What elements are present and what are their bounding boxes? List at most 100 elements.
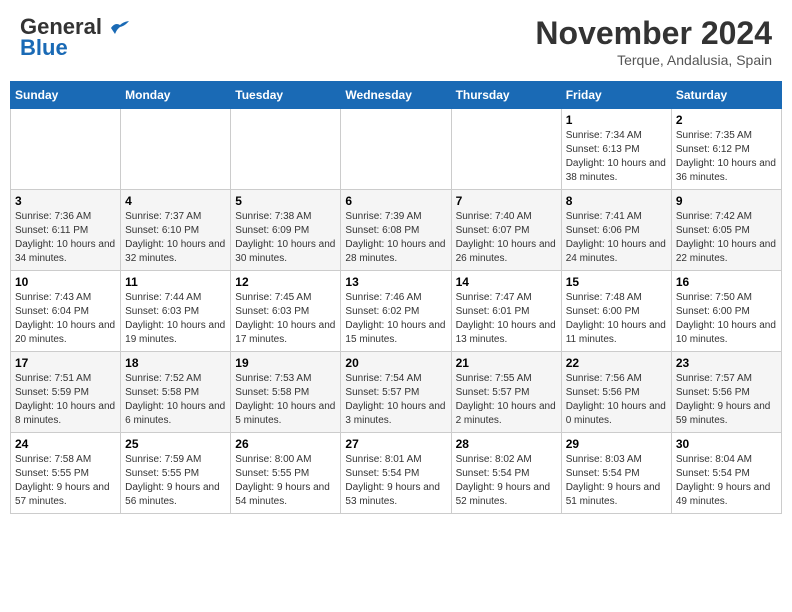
- day-number: 29: [566, 437, 667, 451]
- calendar-table: SundayMondayTuesdayWednesdayThursdayFrid…: [10, 81, 782, 514]
- logo-bird-icon: [109, 20, 131, 36]
- day-info: Sunrise: 7:34 AMSunset: 6:13 PMDaylight:…: [566, 129, 667, 185]
- day-number: 23: [676, 356, 777, 370]
- day-info: Sunrise: 7:58 AMSunset: 5:55 PMDaylight:…: [15, 453, 116, 509]
- day-number: 28: [456, 437, 557, 451]
- calendar-cell: [451, 109, 561, 190]
- calendar-cell: 26 Sunrise: 8:00 AMSunset: 5:55 PMDayligh…: [231, 433, 341, 514]
- day-info: Sunrise: 7:44 AMSunset: 6:03 PMDaylight:…: [125, 291, 226, 347]
- calendar-header-friday: Friday: [561, 82, 671, 109]
- day-info: Sunrise: 7:54 AMSunset: 5:57 PMDaylight:…: [345, 372, 446, 428]
- day-info: Sunrise: 7:41 AMSunset: 6:06 PMDaylight:…: [566, 210, 667, 266]
- calendar-cell: 28Sunrise: 8:02 AMSunset: 5:54 PMDayligh…: [451, 433, 561, 514]
- calendar-cell: 19 Sunrise: 7:53 AMSunset: 5:58 PMDayligh…: [231, 352, 341, 433]
- day-info: Sunrise: 7:55 AMSunset: 5:57 PMDaylight:…: [456, 372, 557, 428]
- logo: General Blue: [20, 15, 131, 61]
- calendar-header-thursday: Thursday: [451, 82, 561, 109]
- calendar-cell: [231, 109, 341, 190]
- calendar-cell: 13 Sunrise: 7:46 AMSunset: 6:02 PMDayligh…: [341, 271, 451, 352]
- day-number: 12: [235, 275, 336, 289]
- calendar-cell: 5Sunrise: 7:38 AMSunset: 6:09 PMDaylight…: [231, 190, 341, 271]
- day-number: 24: [15, 437, 116, 451]
- day-number: 16: [676, 275, 777, 289]
- calendar-header-row: SundayMondayTuesdayWednesdayThursdayFrid…: [11, 82, 782, 109]
- calendar-cell: [121, 109, 231, 190]
- calendar-cell: [11, 109, 121, 190]
- day-number: 4: [125, 194, 226, 208]
- day-info: Sunrise: 7:59 AMSunset: 5:55 PMDaylight:…: [125, 453, 226, 509]
- calendar-cell: 22 Sunrise: 7:56 AMSunset: 5:56 PMDayligh…: [561, 352, 671, 433]
- calendar-week-4: 17 Sunrise: 7:51 AMSunset: 5:59 PMDayligh…: [11, 352, 782, 433]
- day-number: 9: [676, 194, 777, 208]
- day-info: Sunrise: 7:48 AMSunset: 6:00 PMDaylight:…: [566, 291, 667, 347]
- calendar-week-1: 1 Sunrise: 7:34 AMSunset: 6:13 PMDaylight…: [11, 109, 782, 190]
- day-info: Sunrise: 7:47 AMSunset: 6:01 PMDaylight:…: [456, 291, 557, 347]
- calendar-cell: 8 Sunrise: 7:41 AMSunset: 6:06 PMDaylight…: [561, 190, 671, 271]
- calendar-week-2: 3 Sunrise: 7:36 AMSunset: 6:11 PMDaylight…: [11, 190, 782, 271]
- calendar-cell: 16 Sunrise: 7:50 AMSunset: 6:00 PMDayligh…: [671, 271, 781, 352]
- day-number: 10: [15, 275, 116, 289]
- calendar-cell: 25 Sunrise: 7:59 AMSunset: 5:55 PMDayligh…: [121, 433, 231, 514]
- title-block: November 2024 Terque, Andalusia, Spain: [535, 15, 772, 68]
- location-text: Terque, Andalusia, Spain: [535, 52, 772, 68]
- day-number: 25: [125, 437, 226, 451]
- page-header: General Blue November 2024 Terque, Andal…: [10, 10, 782, 73]
- calendar-cell: 11 Sunrise: 7:44 AMSunset: 6:03 PMDayligh…: [121, 271, 231, 352]
- day-info: Sunrise: 7:57 AMSunset: 5:56 PMDaylight:…: [676, 372, 777, 428]
- day-info: Sunrise: 8:01 AMSunset: 5:54 PMDaylight:…: [345, 453, 446, 509]
- day-info: Sunrise: 7:45 AMSunset: 6:03 PMDaylight:…: [235, 291, 336, 347]
- calendar-cell: 24 Sunrise: 7:58 AMSunset: 5:55 PMDayligh…: [11, 433, 121, 514]
- day-number: 21: [456, 356, 557, 370]
- day-number: 14: [456, 275, 557, 289]
- calendar-header-saturday: Saturday: [671, 82, 781, 109]
- calendar-cell: 9 Sunrise: 7:42 AMSunset: 6:05 PMDaylight…: [671, 190, 781, 271]
- calendar-cell: 3 Sunrise: 7:36 AMSunset: 6:11 PMDaylight…: [11, 190, 121, 271]
- day-number: 18: [125, 356, 226, 370]
- day-number: 19: [235, 356, 336, 370]
- calendar-header-sunday: Sunday: [11, 82, 121, 109]
- day-number: 22: [566, 356, 667, 370]
- day-info: Sunrise: 7:37 AMSunset: 6:10 PMDaylight:…: [125, 210, 226, 266]
- calendar-cell: 12 Sunrise: 7:45 AMSunset: 6:03 PMDayligh…: [231, 271, 341, 352]
- day-info: Sunrise: 7:42 AMSunset: 6:05 PMDaylight:…: [676, 210, 777, 266]
- day-number: 13: [345, 275, 446, 289]
- calendar-cell: 6Sunrise: 7:39 AMSunset: 6:08 PMDaylight…: [341, 190, 451, 271]
- calendar-cell: 7Sunrise: 7:40 AMSunset: 6:07 PMDaylight…: [451, 190, 561, 271]
- day-info: Sunrise: 7:40 AMSunset: 6:07 PMDaylight:…: [456, 210, 557, 266]
- calendar-week-5: 24 Sunrise: 7:58 AMSunset: 5:55 PMDayligh…: [11, 433, 782, 514]
- calendar-week-3: 10 Sunrise: 7:43 AMSunset: 6:04 PMDayligh…: [11, 271, 782, 352]
- calendar-cell: 17 Sunrise: 7:51 AMSunset: 5:59 PMDayligh…: [11, 352, 121, 433]
- calendar-cell: 21 Sunrise: 7:55 AMSunset: 5:57 PMDayligh…: [451, 352, 561, 433]
- calendar-cell: 20 Sunrise: 7:54 AMSunset: 5:57 PMDayligh…: [341, 352, 451, 433]
- day-number: 27: [345, 437, 446, 451]
- calendar-cell: 1 Sunrise: 7:34 AMSunset: 6:13 PMDaylight…: [561, 109, 671, 190]
- day-number: 17: [15, 356, 116, 370]
- day-info: Sunrise: 8:00 AMSunset: 5:55 PMDaylight:…: [235, 453, 336, 509]
- day-info: Sunrise: 7:36 AMSunset: 6:11 PMDaylight:…: [15, 210, 116, 266]
- calendar-cell: 2 Sunrise: 7:35 AMSunset: 6:12 PMDaylight…: [671, 109, 781, 190]
- day-number: 8: [566, 194, 667, 208]
- calendar-cell: 29Sunrise: 8:03 AMSunset: 5:54 PMDayligh…: [561, 433, 671, 514]
- day-number: 2: [676, 113, 777, 127]
- day-info: Sunrise: 7:46 AMSunset: 6:02 PMDaylight:…: [345, 291, 446, 347]
- day-number: 3: [15, 194, 116, 208]
- day-info: Sunrise: 7:56 AMSunset: 5:56 PMDaylight:…: [566, 372, 667, 428]
- calendar-cell: 10 Sunrise: 7:43 AMSunset: 6:04 PMDayligh…: [11, 271, 121, 352]
- calendar-header-monday: Monday: [121, 82, 231, 109]
- day-info: Sunrise: 7:35 AMSunset: 6:12 PMDaylight:…: [676, 129, 777, 185]
- day-info: Sunrise: 7:52 AMSunset: 5:58 PMDaylight:…: [125, 372, 226, 428]
- calendar-cell: 23 Sunrise: 7:57 AMSunset: 5:56 PMDayligh…: [671, 352, 781, 433]
- day-number: 26: [235, 437, 336, 451]
- calendar-header-tuesday: Tuesday: [231, 82, 341, 109]
- day-number: 20: [345, 356, 446, 370]
- calendar-cell: [341, 109, 451, 190]
- day-number: 1: [566, 113, 667, 127]
- day-number: 15: [566, 275, 667, 289]
- day-info: Sunrise: 7:53 AMSunset: 5:58 PMDaylight:…: [235, 372, 336, 428]
- day-number: 11: [125, 275, 226, 289]
- calendar-cell: 15 Sunrise: 7:48 AMSunset: 6:00 PMDayligh…: [561, 271, 671, 352]
- day-info: Sunrise: 7:50 AMSunset: 6:00 PMDaylight:…: [676, 291, 777, 347]
- day-info: Sunrise: 7:51 AMSunset: 5:59 PMDaylight:…: [15, 372, 116, 428]
- day-info: Sunrise: 7:43 AMSunset: 6:04 PMDaylight:…: [15, 291, 116, 347]
- calendar-cell: 4 Sunrise: 7:37 AMSunset: 6:10 PMDaylight…: [121, 190, 231, 271]
